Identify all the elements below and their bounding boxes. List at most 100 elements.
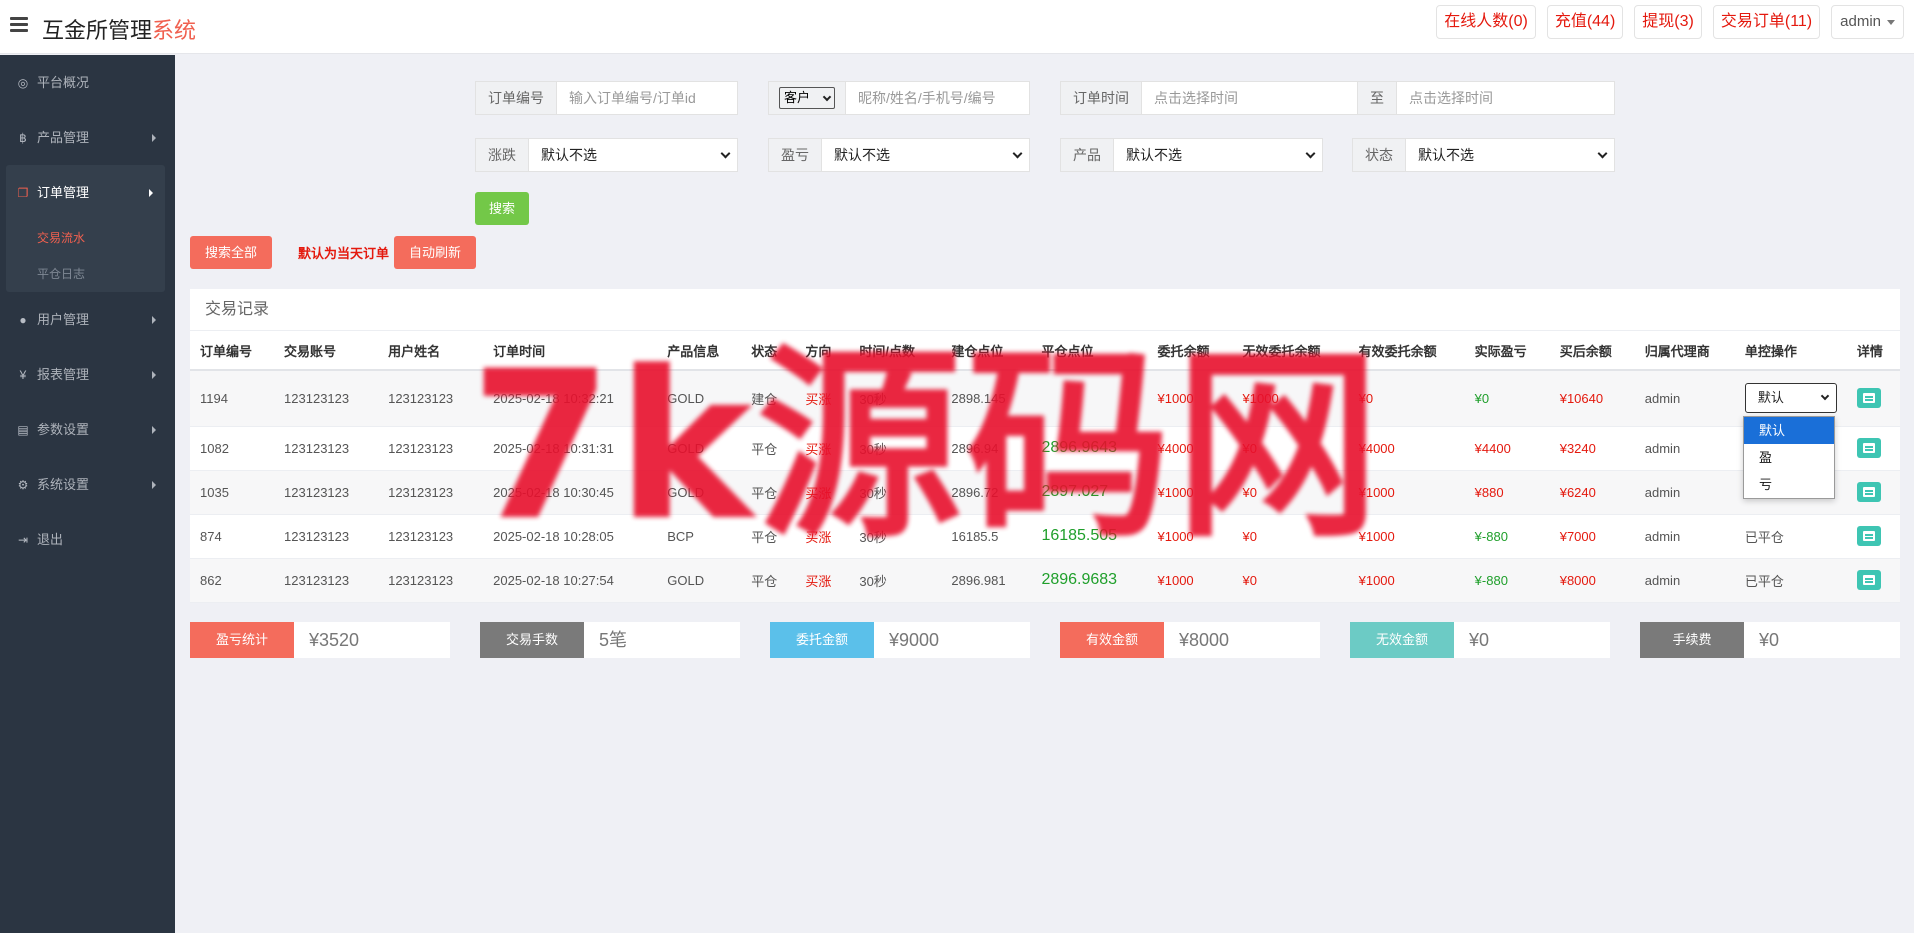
top-bar: 互金所管理系统 在线人数(0) 充值(44) 提现(3) 交易订单(11) ad…	[0, 0, 1914, 54]
product-filter: 产品 默认不选	[1060, 138, 1323, 172]
cell-valid: ¥0	[1348, 370, 1465, 427]
cell-time: 2025-02-18 10:31:31	[483, 426, 658, 471]
recharge-button[interactable]: 充值(44)	[1546, 5, 1624, 39]
stat-valid-amount: 有效金额 ¥8000	[1060, 622, 1320, 658]
to-label: 至	[1358, 82, 1397, 114]
customer-input[interactable]: 昵称/姓名/手机号/编号	[846, 82, 1029, 114]
user-menu-button[interactable]: admin	[1831, 5, 1904, 39]
order-number-filter: 订单编号 输入订单编号/订单id	[475, 81, 738, 115]
table-row: 874 123123123 123123123 2025-02-18 10:28…	[190, 514, 1900, 559]
stat-label: 委托金额	[770, 622, 874, 658]
trade-records-table: 订单编号 交易账号 用户姓名 订单时间 产品信息 状态 方向 时间/点数 建仓点…	[190, 331, 1900, 603]
cell-status: 平仓	[741, 514, 796, 559]
dropdown-option-profit[interactable]: 盈	[1744, 444, 1834, 471]
sidebar-subitem-trade-flow[interactable]: 交易流水	[6, 220, 165, 256]
cell-pnl: ¥0	[1464, 370, 1550, 427]
cell-valid: ¥1000	[1348, 470, 1465, 515]
dropdown-option-default[interactable]: 默认	[1744, 417, 1834, 444]
status-select[interactable]: 默认不选	[1406, 139, 1614, 171]
cell-close-price: 2896.9683	[1031, 558, 1148, 603]
cell-name: 123123123	[378, 514, 484, 559]
column-header: 平仓点位	[1031, 331, 1148, 371]
cell-balance-after: ¥6240	[1549, 470, 1635, 515]
stat-entrust-amount: 委托金额 ¥9000	[770, 622, 1030, 658]
search-button[interactable]: 搜索	[475, 192, 529, 225]
cell-account: 123123123	[274, 470, 379, 515]
detail-list-icon[interactable]	[1856, 570, 1881, 590]
cell-entrust: ¥1000	[1147, 470, 1233, 515]
column-header: 单控操作	[1734, 331, 1847, 371]
file-icon: ▤	[17, 423, 29, 437]
cell-status: 平仓	[741, 470, 796, 515]
sidebar-item-logout[interactable]: ⇥ 退出	[0, 512, 175, 567]
dashboard-icon: ◎	[17, 76, 29, 90]
cell-entrust: ¥1000	[1147, 514, 1233, 559]
cell-account: 123123123	[274, 426, 379, 471]
sidebar-group-orders: ❐ 订单管理 交易流水 平仓日志	[6, 165, 165, 292]
cell-open-price: 2896.72	[941, 470, 1032, 515]
cell-direction: 买涨	[795, 514, 850, 559]
cell-close-price: 2897.027	[1031, 470, 1148, 515]
profit-loss-select[interactable]: 默认不选	[822, 139, 1029, 171]
detail-list-icon[interactable]	[1856, 388, 1881, 409]
stat-fee: 手续费 ¥0	[1640, 622, 1900, 658]
cell-close-price: 2896.9643	[1031, 426, 1148, 471]
chevron-down-icon	[822, 92, 832, 101]
cell-order-id: 874	[190, 514, 275, 559]
caret-right-icon	[152, 426, 156, 434]
column-header: 有效委托余额	[1348, 331, 1465, 371]
stat-label: 无效金额	[1350, 622, 1454, 658]
sidebar-item-overview[interactable]: ◎ 平台概况	[0, 55, 175, 110]
detail-list-icon[interactable]	[1856, 482, 1881, 502]
caret-right-icon	[152, 481, 156, 489]
cell-agent: admin	[1634, 426, 1735, 471]
control-select[interactable]: 默认	[1744, 383, 1837, 414]
cell-status: 建仓	[741, 370, 796, 427]
cell-balance-after: ¥3240	[1549, 426, 1635, 471]
trade-orders-button[interactable]: 交易订单(11)	[1712, 5, 1821, 39]
cell-direction: 买涨	[795, 426, 850, 471]
cell-control: 已平仓	[1734, 514, 1847, 559]
column-header: 方向	[795, 331, 850, 371]
stat-value: 5笔	[599, 630, 628, 650]
search-all-button[interactable]: 搜索全部	[190, 236, 272, 269]
control-dropdown-list: 默认 盈 亏	[1743, 416, 1835, 499]
stat-value: ¥9000	[889, 630, 940, 650]
sign-out-icon: ⇥	[17, 533, 29, 547]
caret-right-icon	[152, 371, 156, 379]
sidebar-item-reports[interactable]: ¥ 报表管理	[0, 347, 175, 402]
cell-time: 2025-02-18 10:27:54	[483, 558, 658, 603]
column-header: 时间/点数	[849, 331, 942, 371]
cell-period: 30秒	[849, 370, 942, 427]
customer-type-select[interactable]: 客户	[779, 87, 836, 109]
sidebar-item-system[interactable]: ⚙ 系统设置	[0, 457, 175, 512]
detail-list-icon[interactable]	[1856, 438, 1881, 458]
order-number-input[interactable]: 输入订单编号/订单id	[557, 82, 737, 114]
sidebar-item-orders[interactable]: ❐ 订单管理	[6, 165, 165, 220]
cell-entrust: ¥1000	[1147, 370, 1233, 427]
online-count-button[interactable]: 在线人数(0)	[1436, 5, 1536, 39]
dropdown-option-loss[interactable]: 亏	[1744, 471, 1834, 498]
chevron-down-icon	[1820, 392, 1830, 401]
order-time-start-input[interactable]: 点击选择时间	[1142, 82, 1357, 114]
cell-invalid: ¥0	[1232, 558, 1349, 603]
rise-fall-select[interactable]: 默认不选	[529, 139, 737, 171]
auto-refresh-button[interactable]: 自动刷新	[394, 236, 476, 269]
cell-invalid: ¥0	[1232, 514, 1349, 559]
cell-pnl: ¥880	[1464, 470, 1550, 515]
detail-list-icon[interactable]	[1856, 526, 1881, 546]
stat-label: 交易手数	[480, 622, 584, 658]
cell-order-id: 1035	[190, 470, 275, 515]
cell-direction: 买涨	[795, 370, 850, 427]
sidebar-item-users[interactable]: ● 用户管理	[0, 292, 175, 347]
stat-label: 有效金额	[1060, 622, 1164, 658]
copy-icon: ❐	[17, 186, 29, 200]
withdraw-button[interactable]: 提现(3)	[1634, 5, 1702, 39]
sidebar-item-params[interactable]: ▤ 参数设置	[0, 402, 175, 457]
column-header: 委托余额	[1147, 331, 1233, 371]
order-time-end-input[interactable]: 点击选择时间	[1397, 82, 1614, 114]
menu-icon[interactable]	[10, 17, 28, 33]
sidebar-subitem-close-log[interactable]: 平仓日志	[6, 256, 165, 292]
sidebar-item-products[interactable]: ฿产品管理	[0, 110, 175, 165]
product-select[interactable]: 默认不选	[1114, 139, 1322, 171]
